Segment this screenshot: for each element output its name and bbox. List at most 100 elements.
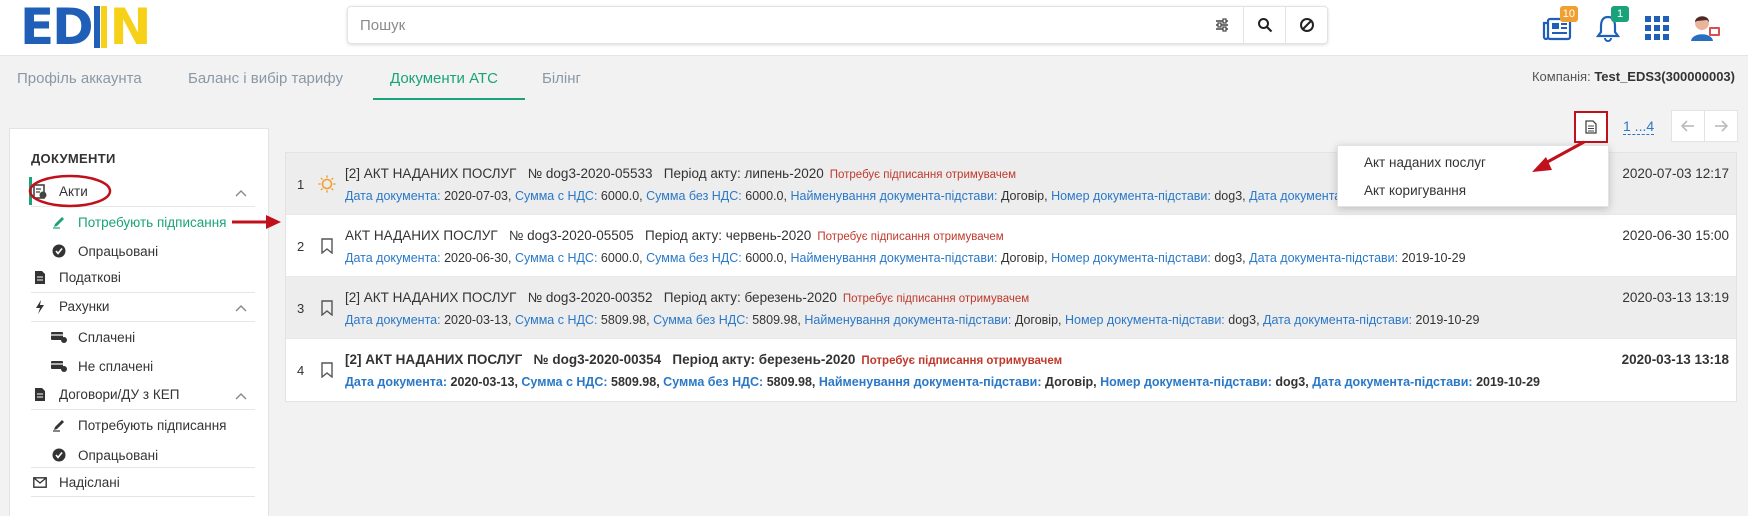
next-page-button[interactable] xyxy=(1704,110,1738,142)
ban-icon xyxy=(1299,18,1314,32)
sidebar-item-invoices-paid[interactable]: Сплачені xyxy=(50,322,255,352)
row-number: 3 xyxy=(297,301,305,316)
field-value: 5809.98, xyxy=(600,313,650,327)
sidebar-item-label: Потребують підписання xyxy=(78,417,227,433)
field-value: Договір, xyxy=(1014,313,1062,327)
sidebar-item-acts[interactable]: Акти xyxy=(29,177,255,207)
sidebar-item-label: Надіслані xyxy=(59,474,120,490)
tab-balance-tariff[interactable]: Баланс і вибір тарифу xyxy=(188,70,343,87)
field-value: 2020-06-30, xyxy=(444,251,512,265)
create-document-dropdown: Акт наданих послуг Акт коригування xyxy=(1337,145,1609,207)
sliders-icon xyxy=(1216,18,1228,32)
acts-icon xyxy=(31,183,49,200)
avatar-icon xyxy=(1691,16,1720,41)
field-value: 5809.98, xyxy=(611,375,660,389)
check-circle-icon xyxy=(50,448,68,462)
search-bar xyxy=(347,6,1328,44)
pagination-range[interactable]: 1 ...4 xyxy=(1623,118,1655,135)
card-cross-icon xyxy=(50,360,68,372)
clear-search-button[interactable] xyxy=(1285,7,1327,43)
news-badge: 10 xyxy=(1559,6,1578,22)
table-row[interactable]: 2 АКТ НАДАНИХ ПОСЛУГ № dog3-2020-05505 П… xyxy=(286,215,1736,277)
bookmark-icon[interactable] xyxy=(318,361,336,379)
field-label: Номер документа-підстави: xyxy=(1100,375,1272,389)
field-value: 6000.0, xyxy=(745,189,787,203)
field-label: Номер документа-підстави: xyxy=(1064,313,1225,327)
company-label: Компанія: xyxy=(1531,69,1591,84)
field-label: Дата документа-підстави: xyxy=(1249,251,1399,265)
document-title: [2] АКТ НАДАНИХ ПОСЛУГ № dog3-2020-00352… xyxy=(345,290,837,305)
field-label: Сумма с НДС: xyxy=(514,313,598,327)
create-document-button[interactable] xyxy=(1574,111,1608,143)
document-title: [2] АКТ НАДАНИХ ПОСЛУГ № dog3-2020-05533… xyxy=(345,166,824,181)
table-row[interactable]: 4 [2] АКТ НАДАНИХ ПОСЛУГ № dog3-2020-003… xyxy=(286,339,1736,401)
search-button[interactable] xyxy=(1243,7,1285,43)
sidebar-item-label: Сплачені xyxy=(78,329,136,345)
document-title-line: [2] АКТ НАДАНИХ ПОСЛУГ № dog3-2020-00354… xyxy=(345,352,1062,367)
field-value: 2020-03-13, xyxy=(444,313,512,327)
bookmark-icon[interactable] xyxy=(318,299,336,317)
bookmark-icon[interactable] xyxy=(318,237,336,255)
user-avatar[interactable] xyxy=(1688,12,1722,44)
documents-sidebar: ДОКУМЕНТИ Акти Потребують підписання Опр… xyxy=(9,128,269,516)
news-button[interactable]: 10 xyxy=(1540,6,1578,44)
status-badge: Потребує підписання отримувачем xyxy=(829,169,1017,181)
search-input[interactable] xyxy=(348,7,1201,43)
document-datetime: 2020-03-13 13:18 xyxy=(1621,352,1729,367)
row-number: 1 xyxy=(297,177,305,192)
field-value: dog3, xyxy=(1228,313,1260,327)
company-info: Компанія: Test_EDS3(300000003) xyxy=(1532,69,1735,84)
edin-logo[interactable]: ED N xyxy=(20,2,152,52)
sidebar-item-acts-processed[interactable]: Опрацьовані xyxy=(50,236,255,266)
tab-bar: Профіль аккаунта Баланс і вибір тарифу Д… xyxy=(0,57,1748,101)
dropdown-item-adjustment-act[interactable]: Акт коригування xyxy=(1364,183,1466,198)
field-value: 6000.0, xyxy=(745,251,787,265)
field-label: Найменування документа-підстави: xyxy=(804,313,1012,327)
sidebar-item-sent[interactable]: Надіслані xyxy=(31,467,255,497)
chevron-up-icon[interactable] xyxy=(235,388,247,403)
sidebar-item-contracts[interactable]: Договори/ДУ з КЕП xyxy=(31,380,255,410)
filter-button[interactable] xyxy=(1201,7,1243,43)
sidebar-item-label: Акти xyxy=(59,184,88,199)
document-title-line: [2] АКТ НАДАНИХ ПОСЛУГ № dog3-2020-05533… xyxy=(345,166,1016,181)
document-details: Дата документа: 2020-03-13, Сумма с НДС:… xyxy=(345,313,1479,327)
sun-icon[interactable] xyxy=(318,175,336,193)
envelope-icon xyxy=(31,476,49,488)
apps-menu-button[interactable] xyxy=(1640,12,1674,44)
chevron-up-icon[interactable] xyxy=(235,300,247,315)
sidebar-item-invoices-unpaid[interactable]: Не сплачені xyxy=(50,351,255,381)
field-label: Найменування документа-підстави: xyxy=(790,189,998,203)
chevron-up-icon[interactable] xyxy=(235,185,247,200)
logo-i-mark xyxy=(93,6,107,48)
company-value: Test_EDS3(300000003) xyxy=(1594,69,1735,84)
sidebar-item-label: Опрацьовані xyxy=(78,243,159,259)
sidebar-item-tax[interactable]: Податкові xyxy=(31,263,255,293)
sidebar-item-label: Опрацьовані xyxy=(78,447,159,463)
sidebar-item-contracts-need-signing[interactable]: Потребують підписання xyxy=(50,410,255,440)
field-label: Найменування документа-підстави: xyxy=(790,251,998,265)
tab-account-profile[interactable]: Профіль аккаунта xyxy=(17,70,142,87)
sidebar-item-acts-need-signing[interactable]: Потребують підписання xyxy=(50,207,255,237)
document-datetime: 2020-07-03 12:17 xyxy=(1622,166,1729,181)
tab-billing[interactable]: Білінг xyxy=(542,70,581,87)
field-label: Дата документа: xyxy=(345,251,441,265)
previous-page-button[interactable] xyxy=(1671,110,1705,142)
sidebar-item-invoices[interactable]: Рахунки xyxy=(31,292,255,322)
sidebar-item-label: Рахунки xyxy=(59,299,110,314)
document-title-line: АКТ НАДАНИХ ПОСЛУГ № dog3-2020-05505 Пер… xyxy=(345,228,1004,243)
dropdown-item-service-act[interactable]: Акт наданих послуг xyxy=(1364,155,1486,170)
field-value: dog3, xyxy=(1275,375,1309,389)
field-label: Дата документа: xyxy=(345,189,441,203)
notifications-button[interactable]: 1 xyxy=(1591,6,1629,44)
document-details: Дата документа: 2020-06-30, Сумма с НДС:… xyxy=(345,251,1466,265)
document-icon xyxy=(31,270,49,285)
document-datetime: 2020-03-13 13:19 xyxy=(1622,290,1729,305)
table-row[interactable]: 3 [2] АКТ НАДАНИХ ПОСЛУГ № dog3-2020-003… xyxy=(286,277,1736,339)
field-value: 2020-03-13, xyxy=(450,375,518,389)
tab-ats-documents[interactable]: Документи АТС xyxy=(390,70,498,87)
document-details: Дата документа: 2020-03-13, Сумма с НДС:… xyxy=(345,375,1540,389)
notifications-badge: 1 xyxy=(1611,6,1629,22)
sidebar-item-contracts-processed[interactable]: Опрацьовані xyxy=(50,440,255,470)
field-label: Сумма с НДС: xyxy=(514,251,598,265)
field-value: Договір, xyxy=(1000,189,1048,203)
